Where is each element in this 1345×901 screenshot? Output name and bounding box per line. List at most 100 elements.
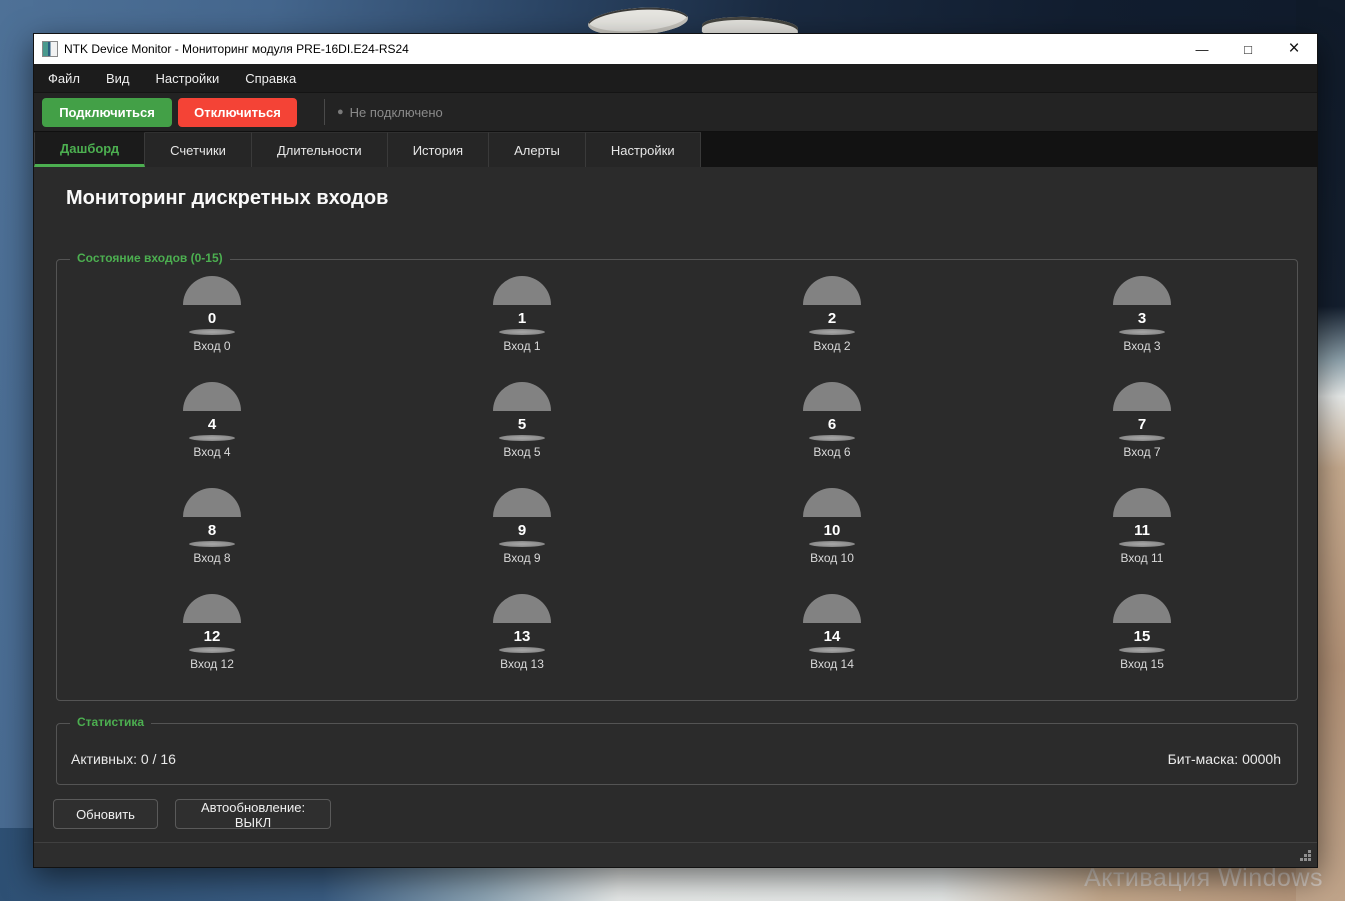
input-led-base: [499, 541, 545, 547]
autorefresh-button[interactable]: Автообновление: ВЫКЛ: [175, 799, 331, 829]
input-led-base: [1119, 329, 1165, 335]
dashboard-page: Мониторинг дискретных входов Состояние в…: [34, 167, 1317, 842]
status-dot-icon: ●: [337, 106, 344, 118]
input-label: Вход 0: [193, 339, 230, 353]
input-led-dome: [493, 594, 551, 623]
input-number: 14: [824, 629, 841, 644]
input-indicator: 10 Вход 10: [677, 488, 987, 594]
input-led-base: [189, 435, 235, 441]
input-indicator: 4 Вход 4: [57, 382, 367, 488]
input-label: Вход 7: [1123, 445, 1160, 459]
input-led-dome: [803, 488, 861, 517]
input-number: 5: [518, 417, 526, 432]
input-led-dome: [1113, 382, 1171, 411]
input-label: Вход 15: [1120, 657, 1164, 671]
input-indicator: 11 Вход 11: [987, 488, 1297, 594]
menu-item-settings[interactable]: Настройки: [146, 67, 230, 90]
input-label: Вход 6: [813, 445, 850, 459]
input-indicator: 14 Вход 14: [677, 594, 987, 700]
app-window: NTK Device Monitor - Мониторинг модуля P…: [33, 33, 1318, 868]
input-label: Вход 10: [810, 551, 854, 565]
close-button[interactable]: ×: [1271, 34, 1317, 64]
input-led-dome: [183, 382, 241, 411]
input-led-base: [809, 647, 855, 653]
input-number: 2: [828, 311, 836, 326]
input-label: Вход 9: [503, 551, 540, 565]
input-led-dome: [183, 594, 241, 623]
input-label: Вход 3: [1123, 339, 1160, 353]
input-label: Вход 12: [190, 657, 234, 671]
input-led-base: [809, 541, 855, 547]
input-led-dome: [1113, 276, 1171, 305]
input-led-dome: [1113, 488, 1171, 517]
input-led-base: [499, 647, 545, 653]
tab-settings[interactable]: Настройки: [586, 132, 701, 167]
input-led-base: [1119, 647, 1165, 653]
input-label: Вход 1: [503, 339, 540, 353]
connection-status-text: Не подключено: [350, 105, 443, 120]
input-number: 8: [208, 523, 216, 538]
input-number: 6: [828, 417, 836, 432]
input-number: 13: [514, 629, 531, 644]
titlebar[interactable]: NTK Device Monitor - Мониторинг модуля P…: [34, 34, 1317, 64]
input-number: 4: [208, 417, 216, 432]
input-led-base: [499, 329, 545, 335]
input-indicator: 13 Вход 13: [367, 594, 677, 700]
minimize-button[interactable]: —: [1179, 34, 1225, 64]
menu-item-file[interactable]: Файл: [38, 67, 90, 90]
input-led-base: [189, 329, 235, 335]
toolbar-divider: [324, 99, 325, 125]
input-led-dome: [493, 382, 551, 411]
tab-history[interactable]: История: [388, 132, 489, 167]
input-label: Вход 14: [810, 657, 854, 671]
input-number: 7: [1138, 417, 1146, 432]
input-indicator: 12 Вход 12: [57, 594, 367, 700]
input-number: 11: [1134, 523, 1150, 538]
input-led-dome: [183, 276, 241, 305]
inputs-groupbox: Состояние входов (0-15) 0 Вход 0 1 Вход …: [56, 259, 1298, 701]
input-indicator: 15 Вход 15: [987, 594, 1297, 700]
input-led-base: [809, 329, 855, 335]
tab-counters[interactable]: Счетчики: [145, 132, 252, 167]
resize-grip-icon[interactable]: [1300, 850, 1312, 862]
tab-dashboard[interactable]: Дашборд: [34, 132, 145, 167]
input-indicator: 7 Вход 7: [987, 382, 1297, 488]
input-led-base: [1119, 541, 1165, 547]
menu-bar: Файл Вид Настройки Справка: [34, 64, 1317, 93]
bitmask: Бит-маска: 0000h: [1168, 751, 1281, 767]
input-led-dome: [803, 276, 861, 305]
app-icon: [42, 41, 58, 57]
tab-alerts[interactable]: Алерты: [489, 132, 586, 167]
connect-button[interactable]: Подключиться: [42, 98, 172, 127]
input-led-dome: [1113, 594, 1171, 623]
input-number: 10: [824, 523, 841, 538]
page-title: Мониторинг дискретных входов: [66, 187, 388, 210]
maximize-button[interactable]: □: [1225, 34, 1271, 64]
connection-status: ● Не подключено: [337, 105, 443, 120]
input-indicator: 0 Вход 0: [57, 276, 367, 382]
input-led-base: [499, 435, 545, 441]
input-indicator: 3 Вход 3: [987, 276, 1297, 382]
disconnect-button[interactable]: Отключиться: [178, 98, 297, 127]
input-label: Вход 13: [500, 657, 544, 671]
refresh-button[interactable]: Обновить: [53, 799, 158, 829]
input-number: 1: [518, 311, 526, 326]
input-number: 9: [518, 523, 526, 538]
menu-item-help[interactable]: Справка: [235, 67, 306, 90]
menu-item-view[interactable]: Вид: [96, 67, 140, 90]
tab-durations[interactable]: Длительности: [252, 132, 388, 167]
input-label: Вход 5: [503, 445, 540, 459]
input-number: 3: [1138, 311, 1146, 326]
input-led-base: [189, 541, 235, 547]
input-indicator: 2 Вход 2: [677, 276, 987, 382]
input-label: Вход 8: [193, 551, 230, 565]
input-label: Вход 4: [193, 445, 230, 459]
input-led-dome: [803, 382, 861, 411]
input-led-dome: [493, 276, 551, 305]
input-indicator: 1 Вход 1: [367, 276, 677, 382]
inputs-grid: 0 Вход 0 1 Вход 1 2 Вход 2: [57, 260, 1297, 700]
status-bar: [34, 842, 1317, 867]
actions-row: Обновить Автообновление: ВЫКЛ: [53, 799, 331, 829]
input-label: Вход 11: [1121, 551, 1164, 565]
window-title: NTK Device Monitor - Мониторинг модуля P…: [64, 42, 409, 56]
